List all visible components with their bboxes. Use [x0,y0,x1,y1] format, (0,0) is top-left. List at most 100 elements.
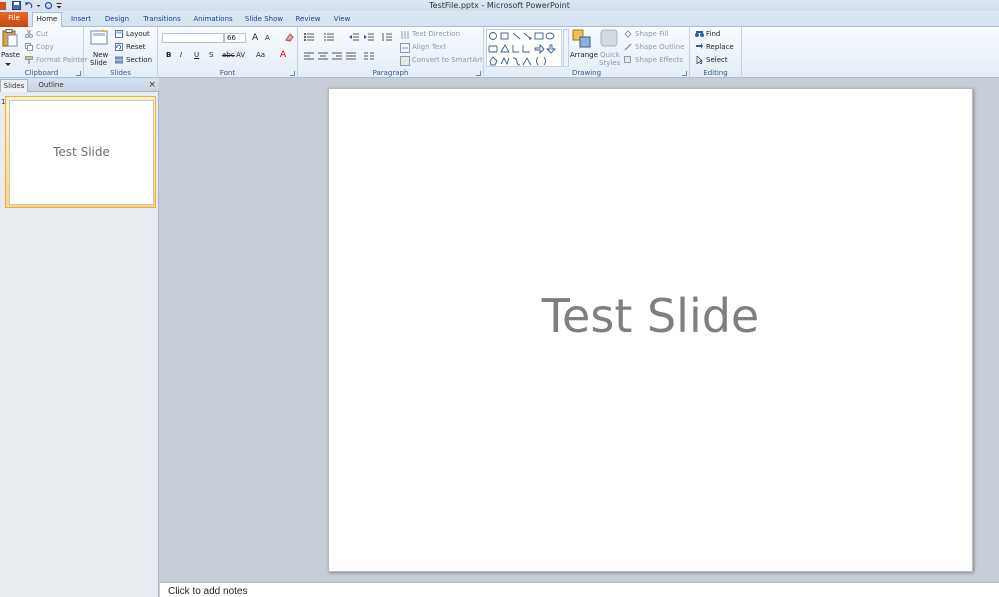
arrange-button[interactable]: Arrange [570,51,598,59]
tab-insert[interactable]: Insert [68,13,94,27]
cut-button[interactable]: Cut [36,30,48,38]
replace-icon[interactable] [695,43,704,51]
section-icon[interactable] [115,56,123,64]
tab-slide-show[interactable]: Slide Show [243,13,285,27]
convert-smartart-button[interactable]: Convert to SmartArt [412,56,483,64]
format-painter-icon[interactable] [25,56,33,64]
bullets-icon[interactable] [304,33,314,41]
paste-button[interactable]: Paste [1,51,20,59]
shapes-scroll-icon[interactable] [563,29,569,67]
new-slide-icon[interactable] [90,29,108,46]
shape-fill-icon[interactable] [624,30,632,38]
title-bar: TestFile.pptx - Microsoft PowerPoint [0,0,999,11]
find-button[interactable]: Find [706,30,720,38]
text-direction-icon[interactable] [400,30,410,40]
notes-placeholder[interactable]: Click to add notes [168,586,248,597]
layout-button[interactable]: Layout [126,30,150,38]
quick-styles-button[interactable]: Quick [600,51,620,59]
paste-icon[interactable] [2,29,18,47]
repeat-icon[interactable] [44,1,53,10]
ribbon-tabs: File Home Insert Design Transitions Anim… [0,11,999,27]
clipboard-launcher-icon[interactable] [76,71,81,76]
slide-thumbnail[interactable]: Test Slide [9,100,154,205]
section-button[interactable]: Section [126,56,152,64]
line-spacing-icon[interactable] [382,32,392,42]
tab-review[interactable]: Review [294,13,322,27]
arrange-icon[interactable] [572,29,592,49]
tab-transitions[interactable]: Transitions [140,13,184,27]
shape-effects-button[interactable]: Shape Effects [635,56,683,64]
slide-title-placeholder[interactable]: Test Slide [329,289,972,343]
select-cursor-icon[interactable] [695,55,704,65]
quick-styles-button-line2[interactable]: Styles [599,59,620,67]
reset-icon[interactable] [115,43,123,51]
align-text-icon[interactable] [400,43,410,53]
font-color-button[interactable]: A [280,50,286,60]
tab-home[interactable]: Home [32,12,62,27]
notes-pane[interactable]: Click to add notes [160,582,999,597]
new-slide-button-line2[interactable]: Slide [90,59,107,67]
undo-dropdown-icon[interactable] [36,1,41,10]
italic-button[interactable]: I [180,51,182,59]
binoculars-icon[interactable] [695,30,704,38]
font-size-combo[interactable]: 66 [224,33,246,43]
format-painter-button[interactable]: Format Painter [36,56,87,64]
shadow-button[interactable]: S [209,51,213,59]
copy-icon[interactable] [25,43,33,51]
customize-toolbar-icon[interactable] [56,1,62,10]
tab-file[interactable]: File [0,12,28,27]
scissors-icon[interactable] [25,29,33,38]
paragraph-group-label: Paragraph [372,69,409,77]
paragraph-launcher-icon[interactable] [476,71,481,76]
increase-indent-icon[interactable] [364,33,374,41]
character-spacing-button[interactable]: AV [236,51,245,59]
change-case-button[interactable]: Aa [256,51,265,59]
close-pane-icon[interactable]: × [148,79,156,91]
smartart-icon[interactable] [400,56,410,66]
strikethrough-button[interactable]: abc [222,51,235,59]
columns-icon[interactable] [364,52,374,60]
new-slide-button[interactable]: New [93,51,108,59]
quick-styles-icon[interactable] [600,29,618,47]
clipboard-group-label: Clipboard [24,69,59,77]
tab-slides[interactable]: Slides [0,79,28,92]
align-center-icon[interactable] [318,52,328,60]
numbering-icon[interactable] [324,33,334,41]
shape-outline-icon[interactable] [624,43,632,51]
font-launcher-icon[interactable] [290,71,295,76]
align-text-button[interactable]: Align Text [412,43,446,51]
shape-effects-icon[interactable] [624,56,632,64]
tab-outline[interactable]: Outline [32,79,70,92]
font-name-combo[interactable] [162,33,224,43]
decrease-indent-icon[interactable] [349,33,359,41]
undo-icon[interactable] [24,1,33,10]
grow-font-button[interactable]: A [252,33,258,43]
justify-icon[interactable] [346,52,356,60]
font-group: 66 A A B I U S abc AV Aa A Font [158,27,298,78]
copy-button[interactable]: Copy [36,43,54,51]
editing-group: Find Replace Select Editing [690,27,742,78]
layout-icon[interactable] [115,30,123,38]
text-direction-button[interactable]: Text Direction [412,30,460,38]
drawing-group: Arrange Quick Styles Shape Fill Shape Ou… [484,27,690,78]
bold-button[interactable]: B [166,51,171,59]
replace-button[interactable]: Replace [706,43,734,51]
paste-dropdown-icon[interactable] [5,60,11,66]
save-icon[interactable] [12,1,21,10]
select-button[interactable]: Select [706,56,728,64]
tab-view[interactable]: View [330,13,354,27]
tab-design[interactable]: Design [103,13,131,27]
clear-formatting-icon[interactable] [284,32,296,42]
tab-animations[interactable]: Animations [192,13,234,27]
reset-button[interactable]: Reset [126,43,146,51]
align-left-icon[interactable] [304,52,314,60]
align-right-icon[interactable] [332,52,342,60]
shapes-gallery[interactable] [486,29,562,67]
shape-fill-button[interactable]: Shape Fill [635,30,669,38]
slide-canvas[interactable]: Test Slide [328,88,973,572]
slide-thumbnail-selected[interactable]: Test Slide [5,96,156,208]
underline-button[interactable]: U [194,51,199,59]
shrink-font-button[interactable]: A [265,34,270,42]
drawing-launcher-icon[interactable] [682,71,687,76]
shape-outline-button[interactable]: Shape Outline [635,43,684,51]
